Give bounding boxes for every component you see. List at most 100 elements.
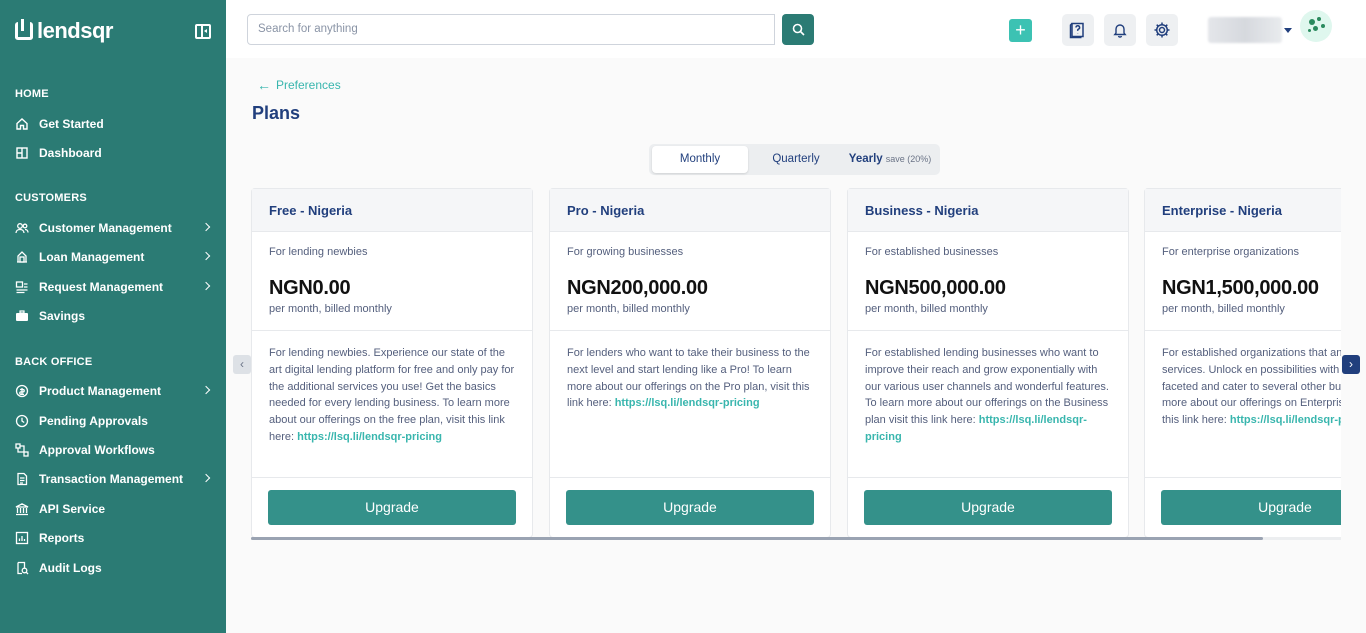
transaction-icon (15, 472, 29, 486)
bell-icon (1113, 24, 1127, 38)
section-customers: CUSTOMERS (15, 192, 87, 204)
sidebar-item-label: Transaction Management (39, 472, 184, 486)
pricing-link[interactable]: https://lsq.li/lendsqr-pricing (297, 431, 442, 443)
users-icon (15, 221, 29, 235)
divider (848, 330, 1128, 331)
sidebar-item-label: Audit Logs (39, 561, 102, 575)
divider (550, 330, 830, 331)
divider (252, 330, 532, 331)
gear-icon (1154, 22, 1170, 38)
carousel-prev-button[interactable]: ‹ (233, 355, 251, 374)
plan-period: per month, billed monthly (865, 303, 988, 315)
sidebar-item-transaction-management[interactable]: Transaction Management (15, 467, 215, 491)
tab-quarterly[interactable]: Quarterly (752, 146, 840, 173)
plans-carousel: Free - Nigeria For lending newbies NGN0.… (251, 188, 1341, 538)
sidebar-item-label: Savings (39, 309, 86, 323)
plan-period: per month, billed monthly (567, 303, 690, 315)
plan-card-pro: Pro - Nigeria For growing businesses NGN… (549, 188, 831, 538)
divider (1145, 477, 1341, 478)
billing-period-tabs: Monthly Quarterly Yearly save (20%) (649, 144, 940, 175)
upgrade-button[interactable]: Upgrade (1161, 490, 1341, 525)
divider (252, 477, 532, 478)
sidebar-item-reports[interactable]: Reports (15, 526, 215, 550)
sidebar-item-label: Dashboard (39, 146, 102, 160)
chevron-right-icon (201, 473, 211, 483)
tab-yearly[interactable]: Yearly save (20%) (844, 146, 936, 173)
reports-icon (15, 531, 29, 545)
plan-subtitle: For lending newbies (269, 246, 368, 258)
workflow-icon (15, 443, 29, 457)
product-icon (15, 384, 29, 398)
scrollbar-thumb[interactable] (251, 537, 1263, 540)
plan-name: Business - Nigeria (848, 189, 1128, 232)
plan-description: For established lending businesses who w… (865, 347, 1109, 443)
plan-price: NGN500,000.00 (865, 277, 1006, 299)
loan-icon (15, 250, 29, 264)
sidebar-item-request-management[interactable]: Request Management (15, 275, 215, 299)
settings-button[interactable] (1146, 14, 1178, 46)
sidebar-item-api-service[interactable]: API Service (15, 497, 215, 521)
pricing-link[interactable]: https://lsq.li/lendsqr-pricing (615, 397, 760, 409)
horizontal-scrollbar[interactable] (251, 537, 1341, 540)
top-bar: Search for anything + (226, 0, 1366, 58)
tab-monthly[interactable]: Monthly (652, 146, 748, 173)
sidebar-item-label: Request Management (39, 280, 164, 294)
user-name-redacted[interactable] (1208, 17, 1282, 43)
upgrade-button[interactable]: Upgrade (566, 490, 814, 525)
clock-icon (15, 414, 29, 428)
plan-description: For lenders who want to take their busin… (567, 347, 810, 410)
sidebar-item-audit-logs[interactable]: Audit Logs (15, 556, 215, 580)
plan-description: For established organizations that and a… (1162, 345, 1341, 429)
divider (550, 477, 830, 478)
sidebar-item-savings[interactable]: Savings (15, 304, 215, 328)
plan-card-free: Free - Nigeria For lending newbies NGN0.… (251, 188, 533, 538)
sidebar-item-pending-approvals[interactable]: Pending Approvals (15, 409, 215, 433)
chevron-right-icon (201, 281, 211, 291)
avatar[interactable] (1300, 10, 1332, 42)
sidebar-item-label: Get Started (39, 117, 104, 131)
sidebar-item-get-started[interactable]: Get Started (15, 112, 215, 136)
chevron-right-icon (201, 385, 211, 395)
section-home: HOME (15, 88, 49, 100)
plan-name: Free - Nigeria (252, 189, 532, 232)
sidebar-item-label: Approval Workflows (39, 443, 155, 457)
sidebar-item-label: Customer Management (39, 221, 172, 235)
chevron-right-icon (201, 222, 211, 232)
plan-card-business: Business - Nigeria For established busin… (847, 188, 1129, 538)
page-title: Plans (252, 103, 301, 123)
search-input[interactable]: Search for anything (247, 14, 775, 45)
plan-name: Enterprise - Nigeria (1145, 189, 1341, 232)
upgrade-button[interactable]: Upgrade (268, 490, 516, 525)
sidebar-item-loan-management[interactable]: Loan Management (15, 245, 215, 269)
sidebar-item-label: Product Management (39, 384, 162, 398)
help-button[interactable] (1062, 14, 1094, 46)
add-button[interactable]: + (1009, 19, 1032, 42)
carousel-next-button[interactable]: › (1342, 355, 1360, 374)
sidebar-item-approval-workflows[interactable]: Approval Workflows (15, 438, 215, 462)
plan-description: For lending newbies. Experience our stat… (269, 347, 515, 443)
briefcase-icon (15, 309, 29, 323)
yearly-save-badge: save (20%) (885, 154, 932, 164)
caret-down-icon[interactable] (1284, 28, 1292, 33)
search-button[interactable] (782, 14, 814, 45)
section-back-office: BACK OFFICE (15, 356, 93, 368)
plan-card-enterprise: Enterprise - Nigeria For enterprise orga… (1144, 188, 1341, 538)
help-icon (1069, 22, 1084, 39)
divider (1145, 330, 1341, 331)
back-link-preferences[interactable]: ← Preferences (257, 78, 341, 92)
collapse-sidebar-icon[interactable] (195, 24, 211, 39)
notifications-button[interactable] (1104, 14, 1136, 46)
plan-subtitle: For enterprise organizations (1162, 246, 1299, 258)
request-icon (15, 280, 29, 294)
sidebar-item-dashboard[interactable]: Dashboard (15, 141, 215, 165)
lendsqr-logo[interactable]: lendsqr (15, 18, 113, 44)
search-icon (792, 23, 805, 36)
arrow-left-icon: ← (257, 77, 271, 93)
pricing-link[interactable]: https://lsq.li/lendsqr-pricing (1230, 414, 1341, 426)
sidebar-item-customer-management[interactable]: Customer Management (15, 216, 215, 240)
plan-period: per month, billed monthly (269, 303, 392, 315)
upgrade-button[interactable]: Upgrade (864, 490, 1112, 525)
sidebar-item-product-management[interactable]: Product Management (15, 379, 215, 403)
plan-price: NGN0.00 (269, 277, 351, 299)
plan-subtitle: For established businesses (865, 246, 999, 258)
